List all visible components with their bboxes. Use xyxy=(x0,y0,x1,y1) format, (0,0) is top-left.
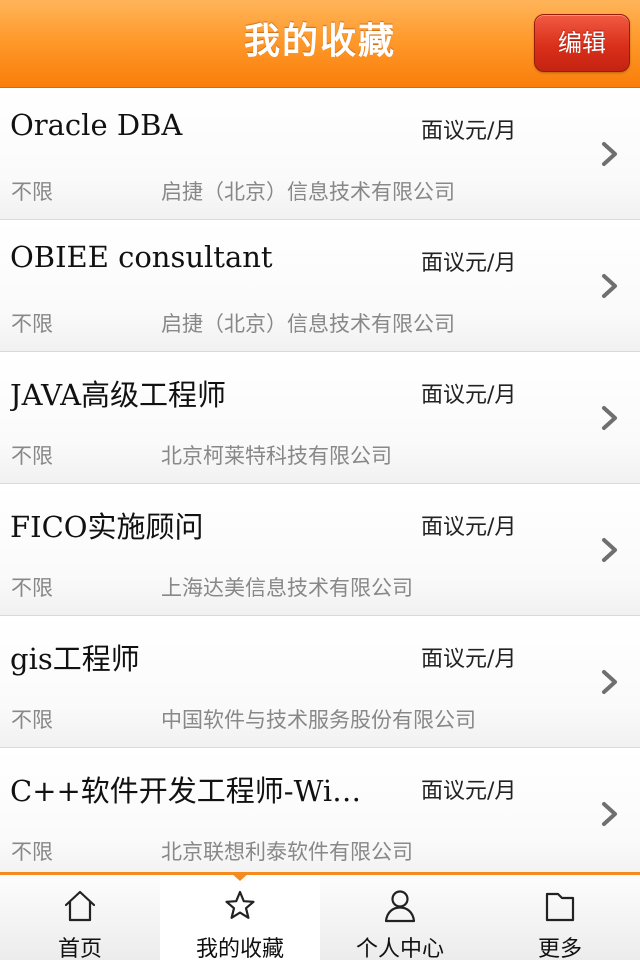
job-title: C++软件开发工程师-Wi… xyxy=(10,774,362,808)
folder-icon xyxy=(545,892,575,922)
job-salary: 面议元/月 xyxy=(421,647,517,672)
job-location: 不限 xyxy=(11,840,53,864)
chevron-right-icon xyxy=(602,406,617,430)
favorite-item[interactable]: C++软件开发工程师-Wi… 面议元/月 不限 北京联想利泰软件有限公司 xyxy=(0,748,640,880)
job-title: FICO实施顾问 xyxy=(10,510,204,544)
job-salary: 面议元/月 xyxy=(421,251,517,276)
tab-more[interactable]: 更多 xyxy=(480,875,640,960)
company-name: 北京联想利泰软件有限公司 xyxy=(161,840,413,864)
star-icon xyxy=(225,890,255,919)
job-location: 不限 xyxy=(11,576,53,600)
job-location: 不限 xyxy=(11,312,53,336)
tab-home[interactable]: 首页 xyxy=(0,875,160,960)
job-salary: 面议元/月 xyxy=(421,383,517,408)
chevron-right-icon xyxy=(602,670,617,694)
company-name: 启捷（北京）信息技术有限公司 xyxy=(161,180,455,204)
job-salary: 面议元/月 xyxy=(421,119,517,144)
job-title: JAVA高级工程师 xyxy=(10,378,227,412)
company-name: 北京柯莱特科技有限公司 xyxy=(161,444,392,468)
active-tab-indicator xyxy=(230,872,250,881)
job-salary: 面议元/月 xyxy=(421,779,517,804)
edit-button[interactable]: 编辑 xyxy=(534,14,630,72)
tab-profile[interactable]: 个人中心 xyxy=(320,875,480,960)
company-name: 上海达美信息技术有限公司 xyxy=(161,576,413,600)
job-title: OBIEE consultant xyxy=(10,240,273,274)
favorite-item[interactable]: OBIEE consultant 面议元/月 不限 启捷（北京）信息技术有限公司 xyxy=(0,220,640,352)
job-title: gis工程师 xyxy=(10,642,140,676)
bottom-tab-bar: 首页 我的收藏 个人中心 更多 xyxy=(0,872,640,960)
job-location: 不限 xyxy=(11,180,53,204)
job-title: Oracle DBA xyxy=(10,108,183,142)
job-salary: 面议元/月 xyxy=(421,515,517,540)
home-icon xyxy=(64,890,96,922)
tab-favorites[interactable]: 我的收藏 xyxy=(160,872,320,960)
header-bar: 我的收藏 编辑 xyxy=(0,0,640,88)
job-location: 不限 xyxy=(11,708,53,732)
tab-label: 个人中心 xyxy=(355,937,444,960)
chevron-right-icon xyxy=(602,274,617,298)
favorite-item[interactable]: FICO实施顾问 面议元/月 不限 上海达美信息技术有限公司 xyxy=(0,484,640,616)
company-name: 启捷（北京）信息技术有限公司 xyxy=(161,312,455,336)
favorite-item[interactable]: Oracle DBA 面议元/月 不限 启捷（北京）信息技术有限公司 xyxy=(0,88,640,220)
tab-label: 我的收藏 xyxy=(195,937,284,960)
favorite-item[interactable]: gis工程师 面议元/月 不限 中国软件与技术服务股份有限公司 xyxy=(0,616,640,748)
user-icon xyxy=(384,890,416,923)
chevron-right-icon xyxy=(602,802,617,826)
chevron-right-icon xyxy=(602,538,617,562)
favorite-item[interactable]: JAVA高级工程师 面议元/月 不限 北京柯莱特科技有限公司 xyxy=(0,352,640,484)
chevron-right-icon xyxy=(602,142,617,166)
company-name: 中国软件与技术服务股份有限公司 xyxy=(161,708,476,732)
tab-label: 更多 xyxy=(537,937,582,960)
tab-label: 首页 xyxy=(57,937,102,960)
favorites-list: Oracle DBA 面议元/月 不限 启捷（北京）信息技术有限公司 OBIEE… xyxy=(0,88,640,880)
job-location: 不限 xyxy=(11,444,53,468)
